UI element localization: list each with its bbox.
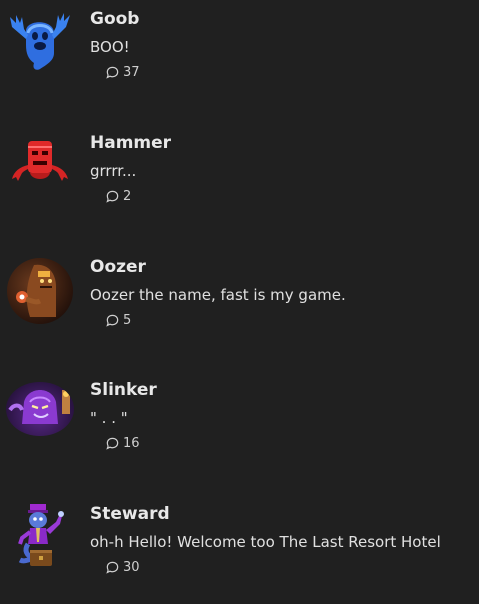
post-text: grrrr... <box>90 162 137 180</box>
avatar-hammer[interactable] <box>6 133 74 201</box>
avatar-slinker[interactable] <box>6 380 74 448</box>
post-item: Slinker " . . " 16 <box>0 380 479 480</box>
post-text: " . . " <box>90 409 128 427</box>
reply-count-button[interactable]: 30 <box>105 558 140 576</box>
reply-count-button[interactable]: 5 <box>105 311 131 329</box>
speech-bubble-icon <box>106 561 119 574</box>
reply-count: 37 <box>123 64 140 80</box>
avatar-steward[interactable] <box>6 504 74 572</box>
post-text: oh-h Hello! Welcome too The Last Resort … <box>90 533 441 551</box>
reply-count-button[interactable]: 37 <box>105 63 140 81</box>
post-item: Goob BOO! 37 <box>0 9 479 109</box>
post-text: Oozer the name, fast is my game. <box>90 286 346 304</box>
post-author-name[interactable]: Hammer <box>90 133 171 153</box>
speech-bubble-icon <box>106 437 119 450</box>
reply-count: 16 <box>123 435 140 451</box>
post-item: Hammer grrrr... 2 <box>0 133 479 233</box>
speech-bubble-icon <box>106 66 119 79</box>
reply-count: 5 <box>123 312 132 328</box>
reply-count-button[interactable]: 16 <box>105 434 140 452</box>
post-author-name[interactable]: Steward <box>90 504 170 524</box>
speech-bubble-icon <box>106 314 119 327</box>
reply-count: 2 <box>123 188 132 204</box>
post-text: BOO! <box>90 38 130 56</box>
avatar-goob[interactable] <box>6 9 74 77</box>
post-feed: Goob BOO! 37 Hammer grrrr... 2 Oozer Ooz… <box>0 0 479 590</box>
avatar-oozer[interactable] <box>6 257 74 325</box>
post-item: Steward oh-h Hello! Welcome too The Last… <box>0 504 479 604</box>
post-author-name[interactable]: Slinker <box>90 380 157 400</box>
post-item: Oozer Oozer the name, fast is my game. 5 <box>0 257 479 357</box>
post-author-name[interactable]: Oozer <box>90 257 146 277</box>
reply-count-button[interactable]: 2 <box>105 187 131 205</box>
reply-count: 30 <box>123 559 140 575</box>
speech-bubble-icon <box>106 190 119 203</box>
post-author-name[interactable]: Goob <box>90 9 139 29</box>
